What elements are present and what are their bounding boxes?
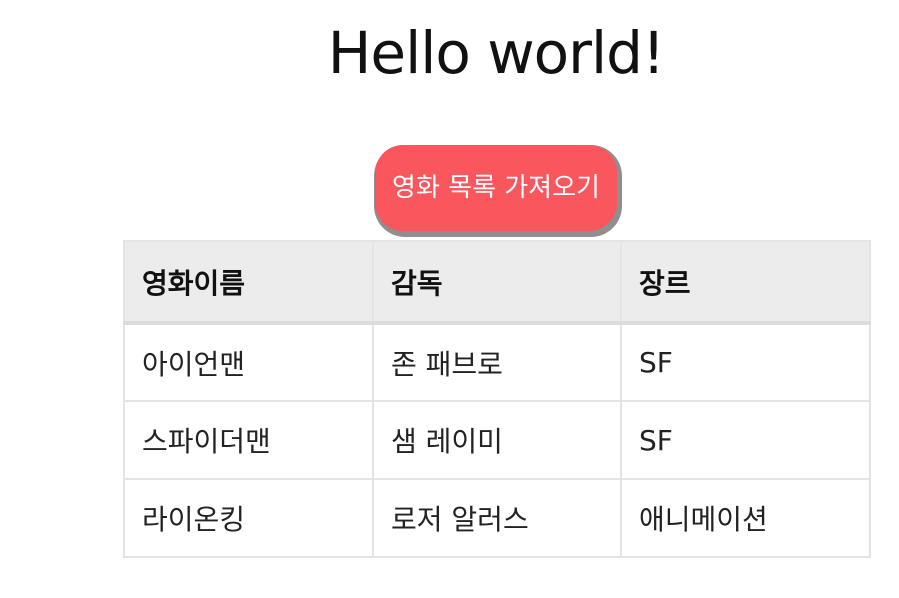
page-title: Hello world! bbox=[327, 19, 665, 87]
cell-director: 샘 레이미 bbox=[372, 400, 622, 480]
cell-movie-name: 라이온킹 bbox=[123, 478, 374, 558]
movie-table: 영화이름 감독 장르 아이언맨 존 패브로 SF 스파이더맨 샘 레이미 SF … bbox=[123, 240, 871, 558]
header-director: 감독 bbox=[372, 240, 622, 325]
cell-genre: SF bbox=[620, 400, 871, 480]
table-row: 스파이더맨 샘 레이미 SF bbox=[123, 400, 871, 480]
cell-movie-name: 아이언맨 bbox=[123, 322, 374, 402]
cell-movie-name: 스파이더맨 bbox=[123, 400, 374, 480]
header-genre: 장르 bbox=[620, 240, 871, 325]
table-row: 아이언맨 존 패브로 SF bbox=[123, 322, 871, 402]
table-row: 라이온킹 로저 알러스 애니메이션 bbox=[123, 478, 871, 558]
fetch-movies-button[interactable]: 영화 목록 가져오기 bbox=[375, 145, 617, 231]
cell-genre: SF bbox=[620, 322, 871, 402]
table-header-row: 영화이름 감독 장르 bbox=[123, 240, 871, 325]
cell-director: 존 패브로 bbox=[372, 322, 622, 402]
cell-genre: 애니메이션 bbox=[620, 478, 871, 558]
cell-director: 로저 알러스 bbox=[372, 478, 622, 558]
page: Hello world! 영화 목록 가져오기 영화이름 감독 장르 아이언맨 … bbox=[0, 0, 899, 598]
header-movie-name: 영화이름 bbox=[123, 240, 374, 325]
